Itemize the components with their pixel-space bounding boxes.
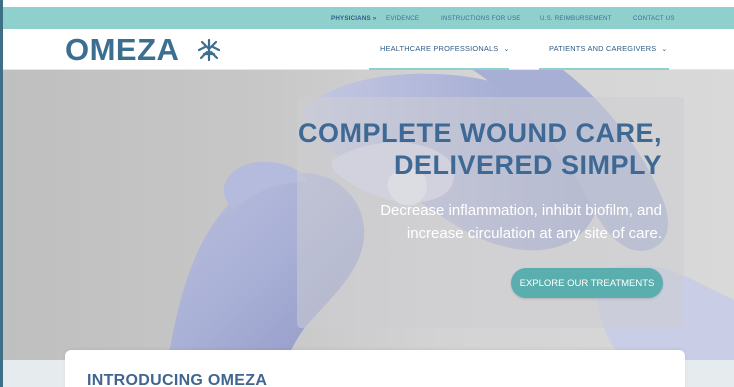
intro-card: INTRODUCING OMEZA [65, 350, 685, 387]
nav-patients-and-caregivers-label: PATIENTS AND CAREGIVERS [549, 44, 657, 53]
intro-title: INTRODUCING OMEZA [87, 372, 268, 387]
chevron-down-icon: ⌄ [661, 46, 668, 53]
top-strip [3, 0, 734, 7]
contact-us-link[interactable]: CONTACT US [633, 15, 675, 22]
hero-section: COMPLETE WOUND CARE, DELIVERED SIMPLY De… [3, 70, 734, 360]
hero-headline-line-2: DELIVERED SIMPLY [393, 150, 662, 180]
physicians-link[interactable]: PHYSICIANS » [331, 15, 376, 22]
browser-viewport: PHYSICIANS » EVIDENCE INSTRUCTIONS FOR U… [0, 0, 734, 387]
omeza-logo[interactable]: OMEZA [65, 32, 179, 68]
hero-headline-line-1: COMPLETE WOUND CARE, [298, 118, 662, 148]
explore-treatments-button[interactable]: EXPLORE OUR TREATMENTS [511, 268, 663, 298]
site-header: OMEZA HEALTHCARE PROFESSIONALS ⌄ PATIENTS… [3, 29, 734, 70]
utility-bar: PHYSICIANS » EVIDENCE INSTRUCTIONS FOR U… [3, 7, 734, 29]
nav-patients-and-caregivers[interactable]: PATIENTS AND CAREGIVERS ⌄ [549, 44, 667, 53]
evidence-link[interactable]: EVIDENCE [386, 15, 419, 22]
chevron-down-icon: ⌄ [503, 46, 510, 53]
instructions-for-use-link[interactable]: INSTRUCTIONS FOR USE [441, 15, 521, 22]
hero-subtext: Decrease inflammation, inhibit biofilm, … [380, 199, 662, 245]
us-reimbursement-link[interactable]: U.S. REIMBURSEMENT [540, 15, 612, 22]
hero-headline: COMPLETE WOUND CARE, DELIVERED SIMPLY [298, 117, 662, 181]
hero-card: COMPLETE WOUND CARE, DELIVERED SIMPLY De… [297, 97, 684, 328]
nav-healthcare-professionals[interactable]: HEALTHCARE PROFESSIONALS ⌄ [380, 44, 510, 53]
nav-healthcare-professionals-label: HEALTHCARE PROFESSIONALS [380, 44, 499, 53]
hero-subtext-line-1: Decrease inflammation, inhibit biofilm, … [380, 202, 662, 219]
hero-subtext-line-2: increase circulation at any site of care… [406, 225, 662, 242]
omeza-logo-mark-icon [197, 38, 221, 62]
